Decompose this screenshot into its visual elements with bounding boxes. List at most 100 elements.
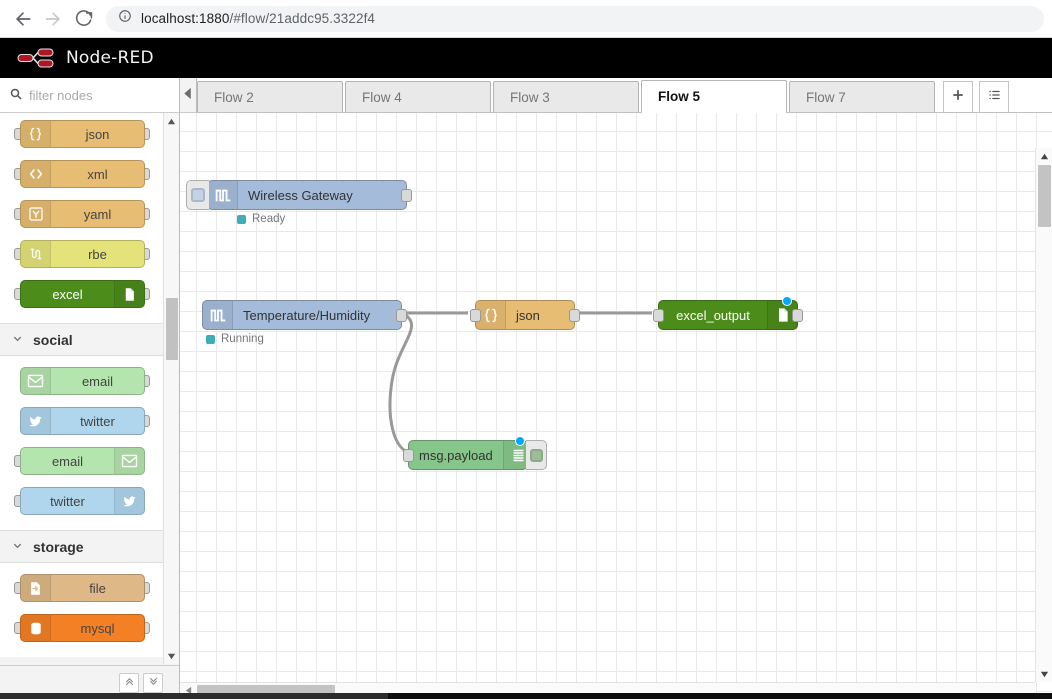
inject-square-icon xyxy=(191,188,205,202)
palette-group-body: file mysql xyxy=(0,563,179,657)
port-input[interactable] xyxy=(653,309,664,322)
tab-flow-5[interactable]: Flow 5 xyxy=(641,80,787,113)
debug-lines-icon xyxy=(502,441,527,469)
palette-item-email-in[interactable]: email xyxy=(0,442,179,482)
tab-label: Flow 4 xyxy=(362,89,402,105)
palette-item-yaml[interactable]: yaml xyxy=(0,195,179,235)
scroll-up-arrow-icon[interactable] xyxy=(164,113,179,129)
palette-item-twitter-out[interactable]: twitter xyxy=(0,402,179,442)
collapse-all-button[interactable] xyxy=(119,672,139,693)
forward-button[interactable] xyxy=(38,4,68,34)
tab-label: Flow 5 xyxy=(658,89,701,104)
tab-flow-7[interactable]: Flow 7 xyxy=(789,81,935,112)
scroll-down-arrow-icon[interactable] xyxy=(1036,666,1052,682)
palette-scroll-body: json xml yaml rbe excel social email twi… xyxy=(0,113,179,665)
palette-group-body: email twitter email twitter xyxy=(0,356,179,530)
tab-label: Flow 3 xyxy=(510,89,550,105)
palette-item-twitter-in[interactable]: twitter xyxy=(0,482,179,522)
list-menu-icon xyxy=(987,88,1002,107)
palette-collapse-handle[interactable] xyxy=(180,78,197,113)
app-title: Node-RED xyxy=(66,48,154,68)
tab-flow-3[interactable]: Flow 3 xyxy=(493,81,639,112)
chevron-left-icon xyxy=(183,87,193,103)
palette-search-box[interactable] xyxy=(0,78,179,113)
scroll-down-arrow-icon[interactable] xyxy=(164,648,179,664)
node-status-temperature-humidity: Running xyxy=(206,333,264,345)
plus-icon xyxy=(951,88,965,107)
palette-item-rbe[interactable]: rbe xyxy=(0,235,179,275)
inject-trigger-button[interactable] xyxy=(186,180,209,210)
tab-flow-2[interactable]: Flow 2 xyxy=(197,81,343,112)
flow-node-msg-payload-debug[interactable]: msg.payload xyxy=(403,436,547,470)
scroll-up-arrow-icon[interactable] xyxy=(1036,148,1052,164)
palette-item-excel[interactable]: excel xyxy=(0,275,179,315)
square-wave-icon xyxy=(203,301,233,329)
tab-label: Flow 7 xyxy=(806,89,846,105)
canvas-vscrollbar-thumb[interactable] xyxy=(1038,165,1051,227)
palette-item-label: rbe xyxy=(88,246,107,262)
port-output[interactable] xyxy=(792,309,803,322)
bird-icon xyxy=(114,488,144,514)
browser-toolbar: localhost:1880/#flow/21addc95.3322f4 xyxy=(0,0,1052,38)
flow-node-excel-output[interactable]: excel_output xyxy=(653,296,803,330)
unsaved-changes-dot xyxy=(515,436,525,446)
flow-node-temperature-humidity[interactable]: Temperature/Humidity xyxy=(202,300,407,330)
wire-temp-to-debug[interactable] xyxy=(388,311,414,455)
status-dot xyxy=(237,214,246,224)
status-dot xyxy=(206,334,215,344)
flow-tab-bar: Flow 2 Flow 4 Flow 3 Flow 5 Flow 7 xyxy=(180,78,1052,113)
flow-node-wireless-gateway[interactable]: Wireless Gateway xyxy=(186,180,412,210)
os-taskbar xyxy=(0,693,1052,699)
file-arrow-icon xyxy=(21,575,51,601)
filter-nodes-input[interactable] xyxy=(29,87,159,103)
palette-item-file[interactable]: file xyxy=(0,569,179,609)
canvas-vertical-scrollbar[interactable] xyxy=(1035,148,1052,682)
flow-canvas[interactable]: Wireless Gateway Ready Temperature/Humid… xyxy=(180,113,1052,699)
node-status-label: Ready xyxy=(252,213,286,225)
xml-brackets-icon xyxy=(21,161,51,187)
unsaved-changes-dot xyxy=(782,296,792,306)
search-icon xyxy=(10,88,22,103)
palette-group-social[interactable]: social xyxy=(0,323,179,356)
palette-item-xml[interactable]: xml xyxy=(0,155,179,195)
palette-item-mysql[interactable]: mysql xyxy=(0,609,179,649)
port-output[interactable] xyxy=(569,309,580,322)
palette-item-json[interactable]: json xyxy=(0,115,179,155)
tab-flow-4[interactable]: Flow 4 xyxy=(345,81,491,112)
palette-item-label: json xyxy=(85,126,110,142)
palette-scrollbar-thumb[interactable] xyxy=(166,298,178,360)
debug-enable-toggle[interactable] xyxy=(526,440,547,470)
workspace: Flow 2 Flow 4 Flow 3 Flow 5 Flow 7 Wirel… xyxy=(180,78,1052,699)
palette-group-storage[interactable]: storage xyxy=(0,530,179,563)
address-bar[interactable]: localhost:1880/#flow/21addc95.3322f4 xyxy=(106,5,1044,32)
expand-all-button[interactable] xyxy=(143,672,163,693)
port-output[interactable] xyxy=(396,309,407,322)
flow-list-menu-button[interactable] xyxy=(979,81,1009,112)
app-header: Node-RED xyxy=(0,38,1052,78)
database-icon xyxy=(21,615,51,641)
url-path: /#flow/21addc95.3322f4 xyxy=(229,11,376,26)
url-host: localhost:1880 xyxy=(141,11,230,26)
palette-scrollbar[interactable] xyxy=(163,113,179,664)
tab-label: Flow 2 xyxy=(214,89,254,105)
flow-node-label: msg.payload xyxy=(419,447,493,463)
chevron-double-down-icon xyxy=(148,676,159,689)
flow-node-label: json xyxy=(516,307,540,323)
add-flow-button[interactable] xyxy=(943,81,973,112)
back-button[interactable] xyxy=(8,4,38,34)
palette-item-label: email xyxy=(81,373,114,389)
flow-node-json[interactable]: json xyxy=(470,300,580,330)
palette-group-label: social xyxy=(33,331,73,348)
flow-canvas-wrapper: Wireless Gateway Ready Temperature/Humid… xyxy=(180,113,1052,699)
port-input[interactable] xyxy=(470,309,481,322)
port-output[interactable] xyxy=(401,189,412,202)
palette-item-label: twitter xyxy=(80,413,115,429)
palette-item-email-out[interactable]: email xyxy=(0,362,179,402)
json-braces-icon xyxy=(21,121,51,147)
palette-group-body: json xml yaml rbe excel xyxy=(0,113,179,323)
address-bar-text: localhost:1880/#flow/21addc95.3322f4 xyxy=(141,11,375,26)
port-input[interactable] xyxy=(403,449,414,462)
info-circle-icon[interactable] xyxy=(118,9,132,28)
reload-button[interactable] xyxy=(68,4,98,34)
envelope-icon xyxy=(114,448,144,474)
